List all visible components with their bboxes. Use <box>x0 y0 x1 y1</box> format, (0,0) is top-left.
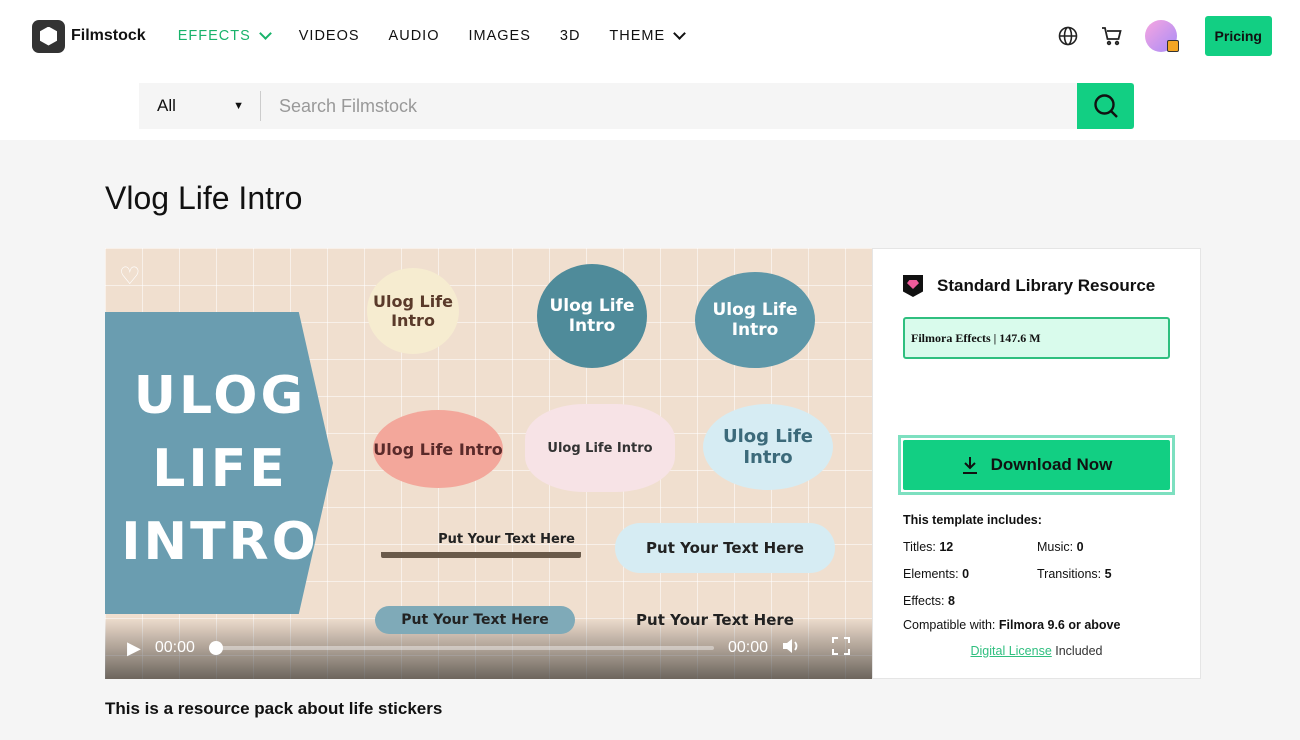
resource-panel: Standard Library Resource Filmora Effect… <box>872 248 1201 679</box>
sticker: Put Your Text Here <box>615 523 835 573</box>
nav-images[interactable]: IMAGES <box>468 28 530 44</box>
nav-audio[interactable]: AUDIO <box>389 28 440 44</box>
seek-bar[interactable] <box>208 641 714 655</box>
category-value: All <box>157 96 176 115</box>
brand-name: Filmstock <box>71 27 146 44</box>
nav-label: 3D <box>559 28 581 44</box>
sticker: Ulog Life Intro <box>525 404 675 492</box>
seek-handle[interactable] <box>208 641 223 655</box>
header: Filmstock EFFECTS VIDEOS AUDIO IMAGES 3D… <box>0 0 1300 140</box>
video-player[interactable]: ULOG LIFE INTRO ♡ Ulog Life Intro Ulog L… <box>105 248 872 679</box>
fullscreen-icon[interactable] <box>832 636 850 660</box>
avatar[interactable] <box>1144 20 1179 52</box>
search-icon <box>1093 94 1118 118</box>
compatibility: Compatible with: Filmora 9.6 or above <box>903 618 1121 632</box>
stat-music: Music: 0 <box>1037 540 1084 554</box>
heart-icon[interactable]: ♡ <box>119 262 141 291</box>
chevron-down-icon <box>258 27 272 40</box>
page-title: Vlog Life Intro <box>105 180 303 216</box>
includes-list: Titles: 12 Music: 0 Elements: 0 Transiti… <box>903 540 1170 608</box>
panel-title: Standard Library Resource <box>903 275 1170 297</box>
stat-transitions: Transitions: 5 <box>1037 567 1112 581</box>
stat-elements: Elements: 0 <box>903 567 970 581</box>
resource-info: Filmora Effects | 147.6 M <box>903 317 1170 359</box>
volume-icon[interactable] <box>782 637 804 660</box>
license: Digital License Included <box>970 644 1103 658</box>
sticker: Ulog Life Intro <box>703 404 833 490</box>
nav-videos[interactable]: VIDEOS <box>299 28 360 44</box>
sticker: Ulog Life Intro <box>367 268 459 354</box>
download-button-wrap: Download Now <box>898 435 1175 495</box>
current-time: 00:00 <box>154 639 195 656</box>
stat-titles: Titles: 12 <box>903 540 954 554</box>
download-button[interactable]: Download Now <box>903 440 1170 490</box>
search-bar: All ▼ <box>139 83 1134 129</box>
download-icon <box>962 457 977 474</box>
cart-icon[interactable] <box>1101 25 1123 47</box>
nav-label: IMAGES <box>468 28 531 44</box>
panel-title-text: Standard Library Resource <box>937 276 1156 295</box>
nav-label: EFFECTS <box>177 28 251 44</box>
chevron-down-icon <box>673 27 687 40</box>
search-input[interactable] <box>261 83 1077 129</box>
filmstock-logo-icon <box>32 19 65 53</box>
banner-text: ULOG LIFE INTRO <box>121 366 319 572</box>
sticker: Put Your Text Here <box>381 526 581 558</box>
nav-3d[interactable]: 3D <box>560 28 581 44</box>
play-icon[interactable]: ▶ <box>127 638 141 659</box>
sticker: Ulog Life Intro <box>695 272 815 368</box>
video-controls: ▶ 00:00 00:00 <box>105 617 872 679</box>
category-select[interactable]: All ▼ <box>139 91 261 121</box>
sticker: Ulog Life Intro <box>537 264 647 368</box>
search-button[interactable] <box>1077 83 1134 129</box>
caret-down-icon: ▼ <box>233 100 244 112</box>
stat-effects: Effects: 8 <box>903 594 955 608</box>
nav-theme[interactable]: THEME <box>609 27 687 44</box>
includes-heading: This template includes: <box>903 513 1042 527</box>
logo[interactable]: Filmstock <box>32 19 146 53</box>
total-time: 00:00 <box>727 639 768 656</box>
sticker: Ulog Life Intro <box>373 410 503 488</box>
nav-effects[interactable]: EFFECTS <box>177 27 272 44</box>
nav-label: AUDIO <box>388 28 440 44</box>
gem-badge-icon <box>903 275 923 297</box>
digital-license-link[interactable]: Digital License <box>970 644 1051 658</box>
pricing-button[interactable]: Pricing <box>1204 16 1272 56</box>
nav-bar: Filmstock EFFECTS VIDEOS AUDIO IMAGES 3D… <box>32 16 1272 56</box>
nav-label: VIDEOS <box>298 28 360 44</box>
nav-label: THEME <box>609 28 666 44</box>
description: This is a resource pack about life stick… <box>105 699 443 718</box>
download-label: Download Now <box>990 455 1113 474</box>
globe-icon[interactable] <box>1057 25 1079 47</box>
header-actions: Pricing <box>1057 16 1272 56</box>
